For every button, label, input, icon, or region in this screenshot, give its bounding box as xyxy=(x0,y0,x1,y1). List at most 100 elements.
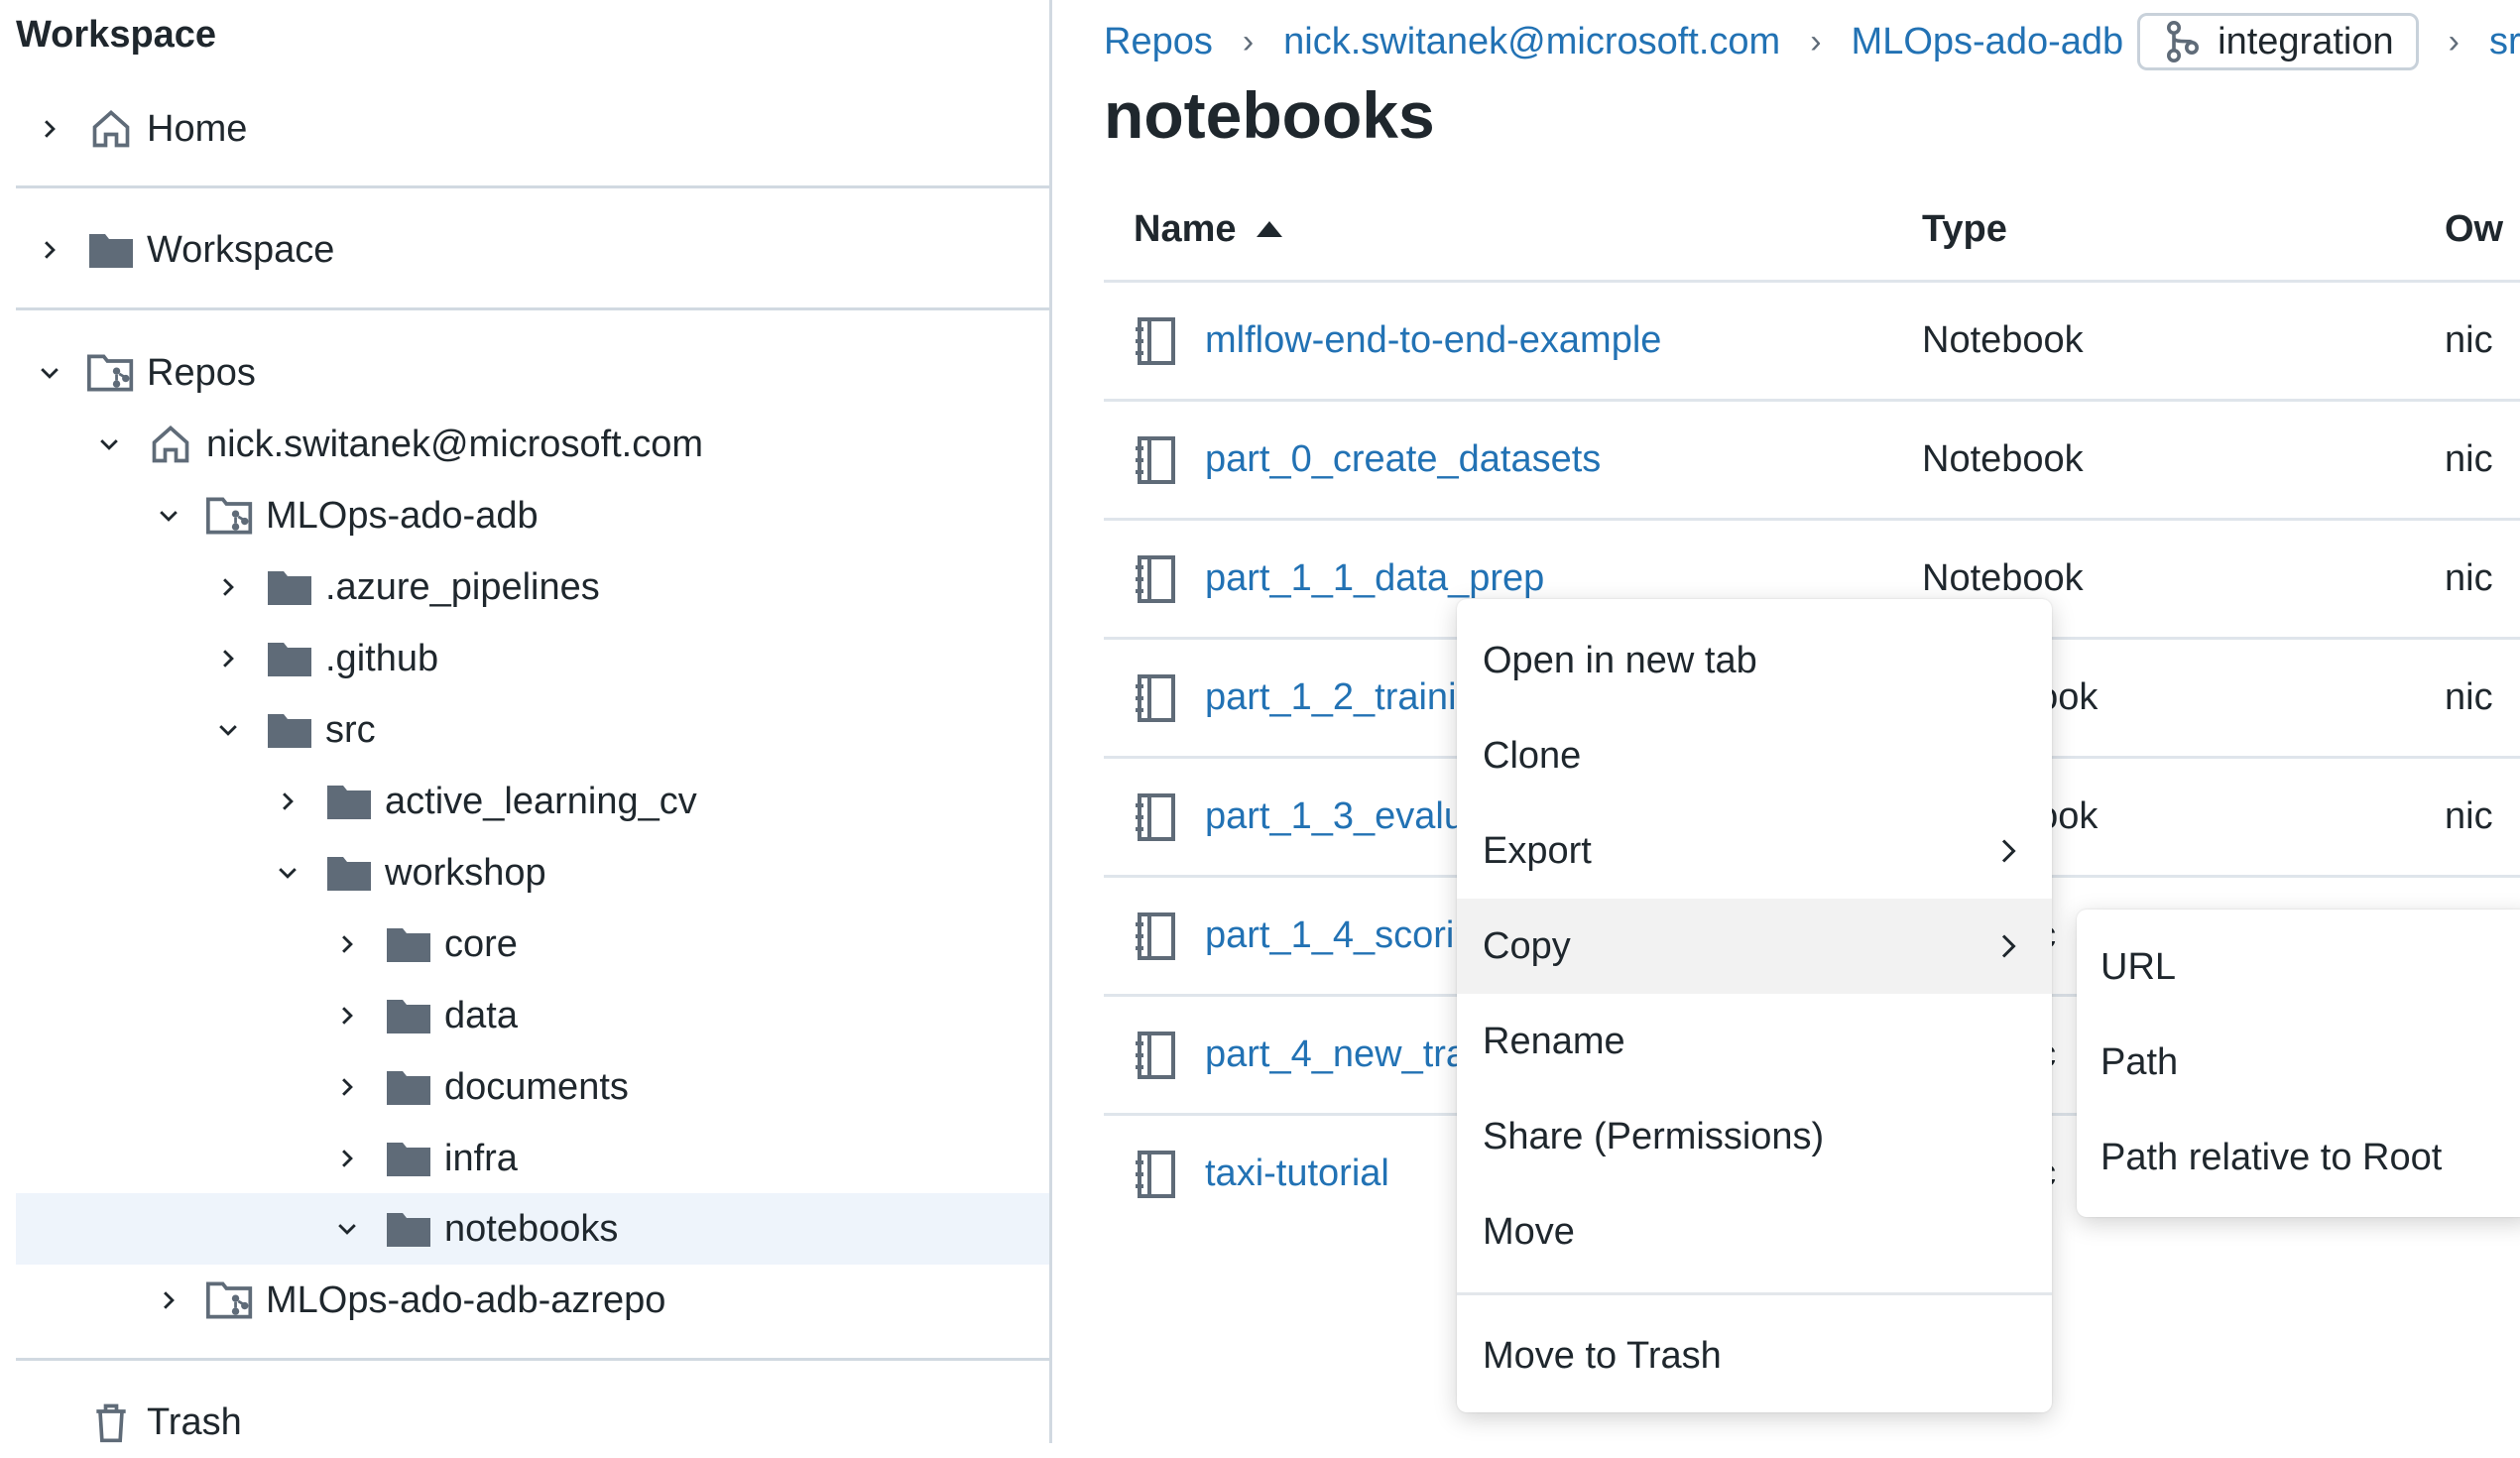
sidebar-item-azure-pipelines[interactable]: .azure_pipelines xyxy=(16,551,1049,623)
notebook-icon xyxy=(1136,673,1175,722)
menu-item-export[interactable]: Export xyxy=(1457,803,2052,899)
menu-item-label: Copy xyxy=(1483,924,1571,967)
chevron-right-icon[interactable] xyxy=(329,998,365,1033)
chevron-right-icon[interactable] xyxy=(329,1069,365,1105)
sidebar-item-label: Repos xyxy=(147,351,256,394)
column-header-name[interactable]: Name xyxy=(1104,208,1922,251)
notebook-link[interactable]: mlflow-end-to-end-example xyxy=(1205,319,1661,362)
notebook-link[interactable]: part_1_3_evalu xyxy=(1205,795,1465,838)
table-header: Name Type Ow xyxy=(1104,179,2520,283)
chevron-right-icon[interactable] xyxy=(32,232,67,268)
menu-item-rename[interactable]: Rename xyxy=(1457,994,2052,1089)
menu-item-open-new-tab[interactable]: Open in new tab xyxy=(1457,613,2052,708)
notebook-link[interactable]: taxi-tutorial xyxy=(1205,1153,1389,1195)
menu-item-label: Export xyxy=(1483,829,1592,872)
sidebar-item-label: .github xyxy=(325,637,439,679)
chevron-down-icon[interactable] xyxy=(151,498,186,534)
sidebar-item-label: notebooks xyxy=(444,1207,619,1250)
sidebar-item-notebooks[interactable]: notebooks xyxy=(16,1193,1049,1265)
sidebar-item-label: infra xyxy=(444,1137,518,1179)
chevron-right-icon[interactable] xyxy=(210,569,246,605)
table-row[interactable]: part_0_create_datasets Notebook nic xyxy=(1104,402,2520,521)
chevron-right-icon[interactable] xyxy=(151,1282,186,1318)
branch-button[interactable]: integration xyxy=(2137,13,2419,70)
chevron-right-icon[interactable] xyxy=(210,641,246,676)
sidebar-item-user-home[interactable]: nick.switanek@microsoft.com xyxy=(16,409,1049,480)
column-header-type[interactable]: Type xyxy=(1922,208,2445,251)
folder-icon xyxy=(264,563,315,611)
sidebar-item-infra[interactable]: infra xyxy=(16,1123,1049,1194)
sidebar-item-label: MLOps-ado-adb-azrepo xyxy=(266,1278,666,1321)
notebook-link[interactable]: part_0_create_datasets xyxy=(1205,438,1601,481)
sidebar-item-mlops-ado-adb-azrepo[interactable]: MLOps-ado-adb-azrepo xyxy=(16,1265,1049,1336)
column-header-owner[interactable]: Ow xyxy=(2445,208,2520,251)
repo-icon xyxy=(85,349,137,397)
submenu-item-path-relative-root[interactable]: Path relative to Root xyxy=(2077,1110,2520,1205)
sidebar-item-github[interactable]: .github xyxy=(16,623,1049,694)
sidebar-item-trash[interactable]: Trash xyxy=(16,1387,1049,1458)
sidebar-item-active-learning-cv[interactable]: active_learning_cv xyxy=(16,766,1049,837)
sidebar-item-repos[interactable]: Repos xyxy=(16,337,1049,409)
table-row[interactable]: mlflow-end-to-end-example Notebook nic xyxy=(1104,283,2520,402)
row-owner: nic xyxy=(2445,676,2493,718)
folder-icon xyxy=(323,778,375,825)
chevron-right-icon[interactable] xyxy=(329,1141,365,1176)
sidebar-divider xyxy=(16,307,1049,310)
sidebar-item-label: Workspace xyxy=(147,228,335,271)
notebook-icon xyxy=(1136,1031,1175,1079)
breadcrumb-repos[interactable]: Repos xyxy=(1104,21,1213,63)
breadcrumb-repo[interactable]: MLOps-ado-adb xyxy=(1852,21,2124,63)
trash-icon xyxy=(85,1398,137,1446)
row-owner: nic xyxy=(2445,795,2493,837)
row-type: Notebook xyxy=(1922,438,2084,480)
sidebar-title: Workspace xyxy=(16,14,217,56)
branch-icon xyxy=(2167,21,2200,62)
sidebar-item-documents[interactable]: documents xyxy=(16,1051,1049,1123)
chevron-down-icon[interactable] xyxy=(270,855,305,891)
sidebar-item-label: documents xyxy=(444,1065,629,1108)
notebook-link[interactable]: part_1_2_trainir xyxy=(1205,676,1469,719)
sidebar-item-data[interactable]: data xyxy=(16,980,1049,1051)
sidebar-item-workshop[interactable]: workshop xyxy=(16,837,1049,909)
folder-icon xyxy=(383,1205,434,1253)
menu-item-move[interactable]: Move xyxy=(1457,1184,2052,1279)
sidebar-item-home[interactable]: Home xyxy=(16,93,1049,165)
chevron-right-icon[interactable] xyxy=(270,784,305,819)
chevron-right-icon[interactable] xyxy=(329,926,365,962)
sidebar-item-core[interactable]: core xyxy=(16,909,1049,980)
branch-name: integration xyxy=(2218,20,2394,62)
breadcrumb-user[interactable]: nick.switanek@microsoft.com xyxy=(1283,21,1780,63)
menu-item-share[interactable]: Share (Permissions) xyxy=(1457,1089,2052,1184)
sidebar-item-src[interactable]: src xyxy=(16,694,1049,766)
context-menu: Open in new tab Clone Export Copy Rename… xyxy=(1457,599,2052,1412)
submenu-item-path[interactable]: Path xyxy=(2077,1015,2520,1110)
notebook-icon xyxy=(1136,316,1175,365)
chevron-right-icon[interactable] xyxy=(32,111,67,147)
page-title: notebooks xyxy=(1104,78,1435,152)
chevron-down-icon[interactable] xyxy=(32,355,67,391)
sidebar-item-mlops-ado-adb[interactable]: MLOps-ado-adb xyxy=(16,480,1049,551)
sidebar-item-workspace[interactable]: Workspace xyxy=(16,214,1049,286)
notebook-link[interactable]: part_1_4_scorir xyxy=(1205,914,1467,957)
notebook-link[interactable]: part_4_new_tra xyxy=(1205,1033,1467,1076)
repo-icon xyxy=(204,492,256,540)
chevron-down-icon[interactable] xyxy=(329,1211,365,1247)
menu-item-move-to-trash[interactable]: Move to Trash xyxy=(1457,1308,2052,1403)
chevron-down-icon[interactable] xyxy=(210,712,246,748)
sidebar-item-label: nick.switanek@microsoft.com xyxy=(206,423,704,465)
sidebar-item-label: Home xyxy=(147,107,248,150)
folder-icon xyxy=(383,1135,434,1182)
folder-icon xyxy=(85,226,137,274)
row-owner: nic xyxy=(2445,319,2493,361)
folder-icon xyxy=(383,992,434,1039)
menu-item-clone[interactable]: Clone xyxy=(1457,708,2052,803)
chevron-down-icon[interactable] xyxy=(91,426,127,462)
notebook-icon xyxy=(1136,792,1175,841)
home-icon xyxy=(145,421,196,468)
submenu-item-url[interactable]: URL xyxy=(2077,919,2520,1015)
breadcrumb-trailing[interactable]: sr xyxy=(2489,21,2520,63)
menu-item-copy[interactable]: Copy xyxy=(1457,899,2052,994)
notebook-link[interactable]: part_1_1_data_prep xyxy=(1205,557,1544,600)
row-type: Notebook xyxy=(1922,557,2084,599)
notebook-icon xyxy=(1136,435,1175,484)
